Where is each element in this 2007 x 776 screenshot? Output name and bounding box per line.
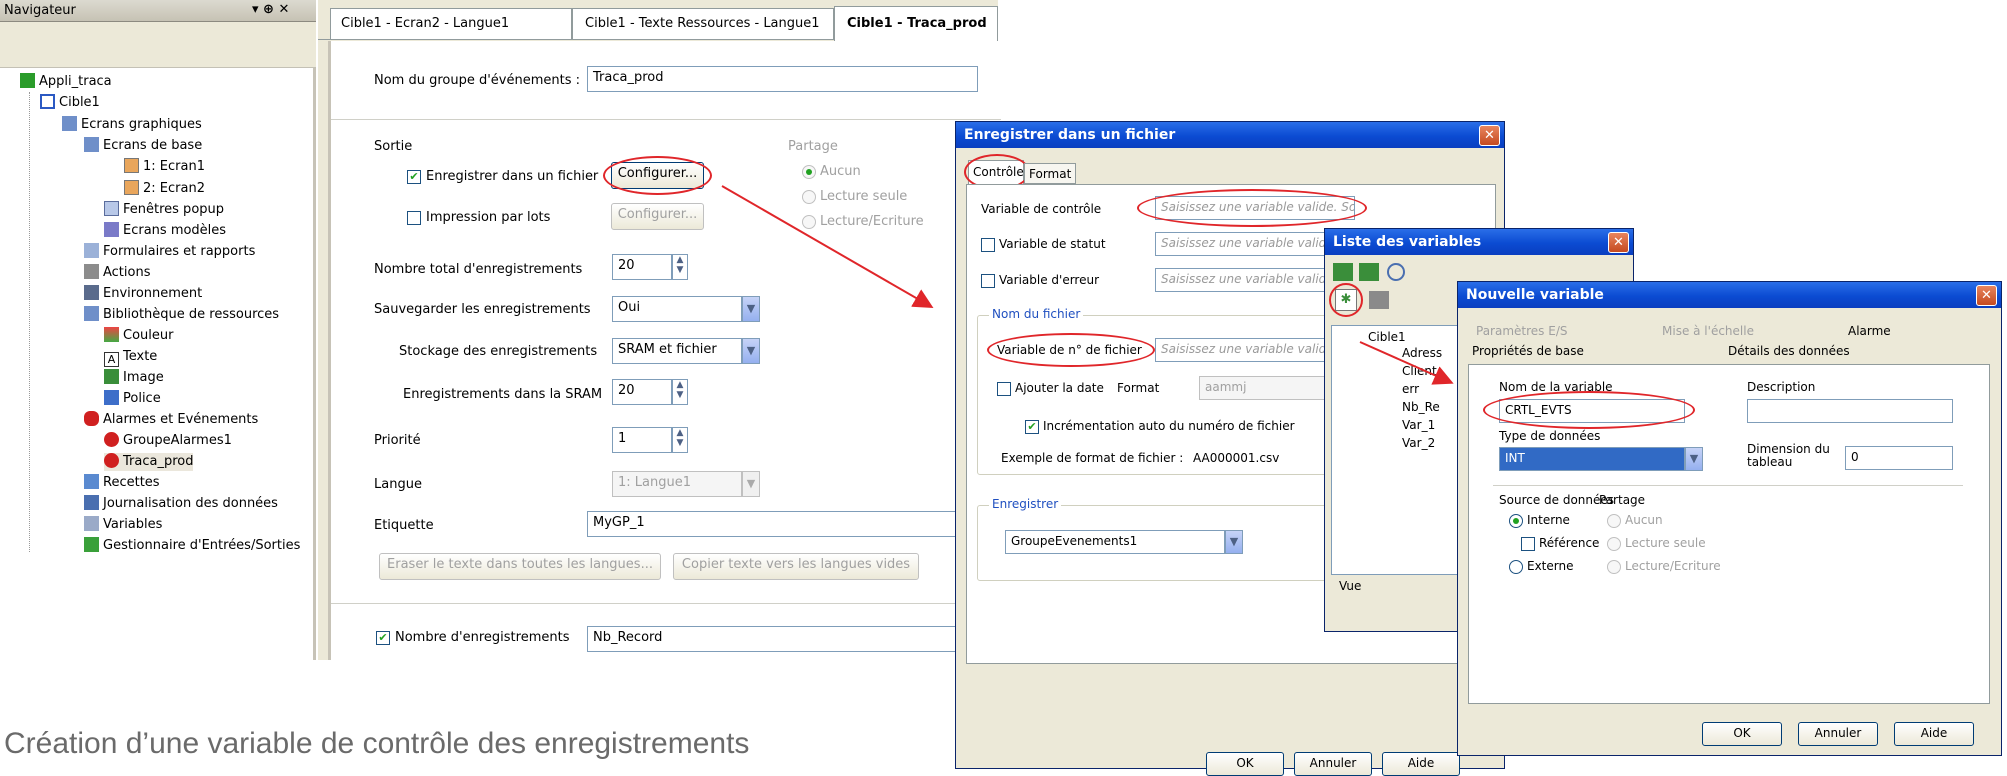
annotation-arrows (721, 185, 1454, 385)
arrow-configure-to-dialog (721, 185, 934, 308)
arrow-new-variable (1359, 341, 1454, 385)
